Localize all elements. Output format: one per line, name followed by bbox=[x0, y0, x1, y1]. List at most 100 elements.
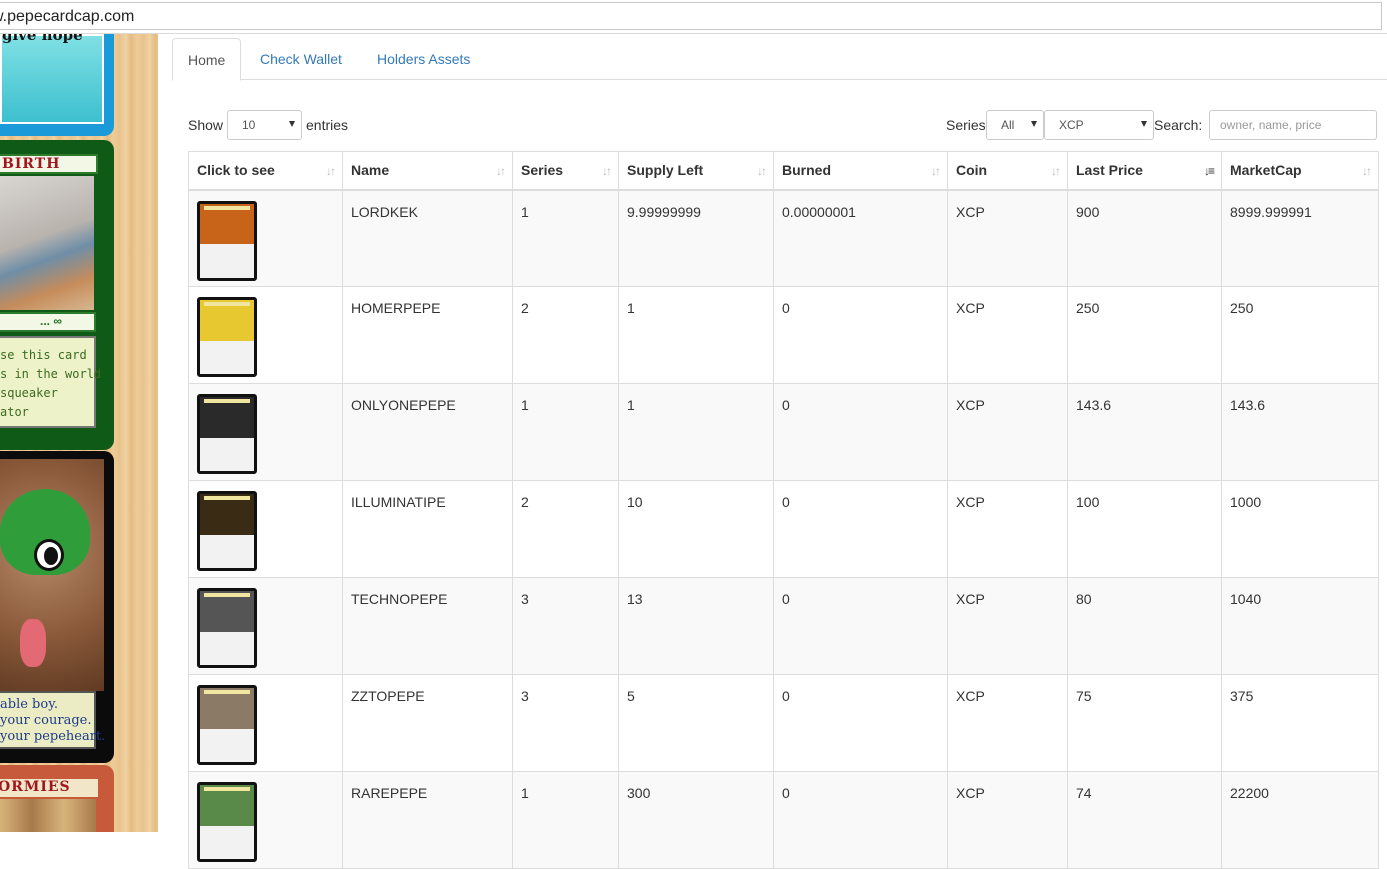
column-header-supply-left[interactable]: Supply Left ↓↑ bbox=[618, 151, 774, 191]
cell-last-price: 250 bbox=[1067, 286, 1222, 384]
tab-check-wallet[interactable]: Check Wallet bbox=[245, 38, 357, 80]
chevron-down-icon bbox=[289, 121, 295, 127]
card-text-box bbox=[200, 340, 254, 374]
cell-last-price: 80 bbox=[1067, 577, 1222, 675]
cell-burned: 0 bbox=[773, 286, 948, 384]
cell-coin: XCP bbox=[947, 383, 1068, 481]
side-card-2-banner: BIRTH bbox=[0, 154, 98, 174]
sort-icon: ↓↑ bbox=[1051, 164, 1061, 178]
cards-table: Click to see ↓↑ Name ↓↑ Series ↓↑ Supply Le… bbox=[188, 151, 1379, 869]
coin-select[interactable]: XCP bbox=[1044, 110, 1154, 140]
search-label: Search: bbox=[1154, 117, 1203, 133]
cell-coin: XCP bbox=[947, 674, 1068, 772]
column-header-series[interactable]: Series ↓↑ bbox=[512, 151, 619, 191]
cell-coin: XCP bbox=[947, 286, 1068, 384]
card-thumbnail-cell bbox=[188, 480, 343, 578]
side-card-1: give hope bbox=[0, 34, 114, 136]
side-card-2-cost-bar: ... ∞ bbox=[0, 312, 96, 332]
cell-marketcap: 375 bbox=[1221, 674, 1379, 772]
side-card-4-banner: ORMIES bbox=[0, 779, 98, 797]
cell-last-price: 900 bbox=[1067, 189, 1222, 287]
series-label: Series bbox=[946, 117, 986, 133]
sort-desc-icon: ↓≡ bbox=[1203, 164, 1215, 178]
column-header-label: MarketCap bbox=[1230, 162, 1302, 179]
cell-series: 2 bbox=[512, 286, 619, 384]
card-title-strip bbox=[204, 690, 250, 694]
cell-supply-left: 1 bbox=[618, 383, 774, 481]
column-header-name[interactable]: Name ↓↑ bbox=[342, 151, 513, 191]
cell-burned: 0 bbox=[773, 771, 948, 869]
table-row: RAREPEPE 1 300 0 XCP 74 22200 bbox=[188, 771, 1379, 869]
card-thumbnail-cell bbox=[188, 286, 343, 384]
cell-marketcap: 250 bbox=[1221, 286, 1379, 384]
side-card-3-art bbox=[0, 459, 104, 691]
cell-marketcap: 22200 bbox=[1221, 771, 1379, 869]
column-header-label: Series bbox=[521, 162, 564, 179]
cell-name: RAREPEPE bbox=[342, 771, 513, 869]
browser-address-bar[interactable]: w.pepecardcap.com bbox=[0, 0, 1387, 34]
table-body: LORDKEK 1 9.99999999 0.00000001 XCP 900 8999.9… bbox=[188, 189, 1379, 869]
show-label: Show bbox=[188, 117, 224, 133]
cell-burned: 0 bbox=[773, 577, 948, 675]
series-select[interactable]: All bbox=[986, 110, 1044, 140]
column-header-marketcap[interactable]: MarketCap ↓↑ bbox=[1221, 151, 1379, 191]
card-thumbnail[interactable] bbox=[197, 297, 257, 377]
card-thumbnail[interactable] bbox=[197, 685, 257, 765]
card-title-strip bbox=[204, 205, 250, 210]
side-card-2-line: squeaker bbox=[0, 386, 58, 400]
coin-select-value: XCP bbox=[1059, 118, 1084, 132]
card-thumbnail[interactable] bbox=[197, 394, 257, 474]
tab-home[interactable]: Home bbox=[172, 38, 242, 81]
entries-select-value: 10 bbox=[242, 118, 256, 132]
card-thumbnail[interactable] bbox=[197, 588, 257, 668]
column-header-label: Supply Left bbox=[627, 162, 704, 179]
cell-last-price: 75 bbox=[1067, 674, 1222, 772]
card-thumbnail[interactable] bbox=[197, 200, 257, 281]
column-header-last-price[interactable]: Last Price ↓≡ bbox=[1067, 151, 1222, 191]
url-text: w.pepecardcap.com bbox=[0, 8, 135, 25]
card-title-strip bbox=[204, 787, 250, 791]
side-card-2: BIRTH ... ∞ se this card s in the world … bbox=[0, 140, 114, 450]
tab-holders-assets[interactable]: Holders Assets bbox=[362, 38, 485, 80]
cell-series: 1 bbox=[512, 189, 619, 287]
search-input[interactable]: owner, name, price bbox=[1209, 110, 1377, 140]
cell-name: HOMERPEPE bbox=[342, 286, 513, 384]
column-header-click-to-see[interactable]: Click to see ↓↑ bbox=[188, 151, 343, 191]
card-thumbnail[interactable] bbox=[197, 782, 257, 862]
cell-burned: 0 bbox=[773, 674, 948, 772]
table-controls: Show 10 entries Series All XCP Search: o… bbox=[188, 110, 1378, 140]
side-card-4-photo bbox=[0, 799, 96, 832]
cell-supply-left: 5 bbox=[618, 674, 774, 772]
table-row: HOMERPEPE 2 1 0 XCP 250 250 bbox=[188, 286, 1379, 384]
side-card-2-line: ator bbox=[0, 405, 29, 419]
cell-last-price: 74 bbox=[1067, 771, 1222, 869]
cell-coin: XCP bbox=[947, 480, 1068, 578]
card-art bbox=[200, 397, 254, 438]
nav-tabs: Home Check Wallet Holders Assets bbox=[172, 38, 1387, 81]
cell-marketcap: 1040 bbox=[1221, 577, 1379, 675]
cell-name: LORDKEK bbox=[342, 189, 513, 287]
sort-icon: ↓↑ bbox=[602, 164, 612, 178]
card-title-strip bbox=[204, 399, 250, 403]
entries-select[interactable]: 10 bbox=[227, 110, 302, 140]
card-art bbox=[200, 688, 254, 729]
sort-icon: ↓↑ bbox=[757, 164, 767, 178]
decorative-side-panel: give hope BIRTH ... ∞ se this card s in … bbox=[0, 34, 158, 832]
column-header-burned[interactable]: Burned ↓↑ bbox=[773, 151, 948, 191]
cell-name: ZZTOPEPE bbox=[342, 674, 513, 772]
side-card-3-line: your courage. bbox=[0, 713, 92, 728]
side-card-3-line: your pepeheart. bbox=[0, 729, 106, 744]
address-field[interactable]: w.pepecardcap.com bbox=[0, 2, 1382, 30]
cell-marketcap: 1000 bbox=[1221, 480, 1379, 578]
sort-icon: ↓↑ bbox=[931, 164, 941, 178]
card-thumbnail-cell bbox=[188, 383, 343, 481]
side-card-1-caption: give hope bbox=[2, 34, 83, 44]
table-row: ONLYONEPEPE 1 1 0 XCP 143.6 143.6 bbox=[188, 383, 1379, 481]
series-select-value: All bbox=[1001, 118, 1015, 132]
table-row: LORDKEK 1 9.99999999 0.00000001 XCP 900 8999.9… bbox=[188, 189, 1379, 287]
card-art bbox=[200, 591, 254, 632]
card-thumbnail[interactable] bbox=[197, 491, 257, 571]
column-header-coin[interactable]: Coin ↓↑ bbox=[947, 151, 1068, 191]
cell-burned: 0 bbox=[773, 383, 948, 481]
side-card-3-line: able boy. bbox=[0, 697, 58, 712]
